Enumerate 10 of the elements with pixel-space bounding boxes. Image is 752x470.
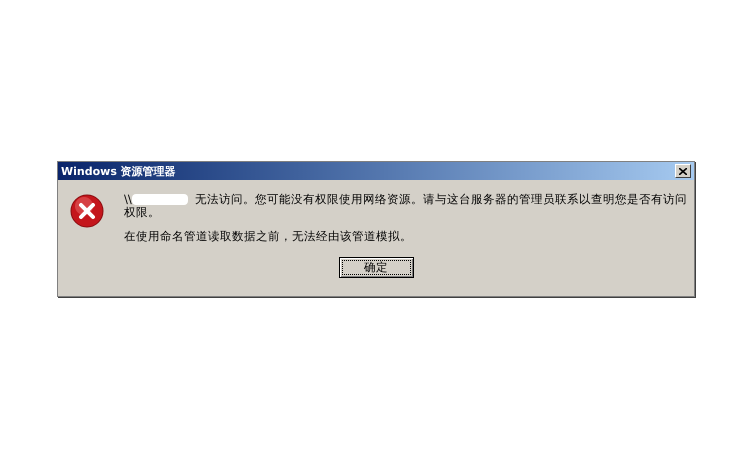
close-button[interactable]	[675, 164, 691, 178]
ok-button[interactable]: 确定	[338, 257, 414, 278]
close-icon	[679, 168, 687, 174]
error-message: 无法访问。您可能没有权限使用网络资源。请与这台服务器的管理员联系以查明您是否有访问	[194, 193, 687, 206]
error-icon	[70, 194, 104, 228]
path-prefix: \\	[124, 193, 132, 206]
redaction-mark	[132, 194, 188, 205]
window-title: Windows 资源管理器	[61, 166, 176, 176]
detail-message: 在使用命名管道读取数据之前，无法经由该管道模拟。	[124, 230, 413, 243]
error-message: 权限。	[124, 206, 161, 219]
